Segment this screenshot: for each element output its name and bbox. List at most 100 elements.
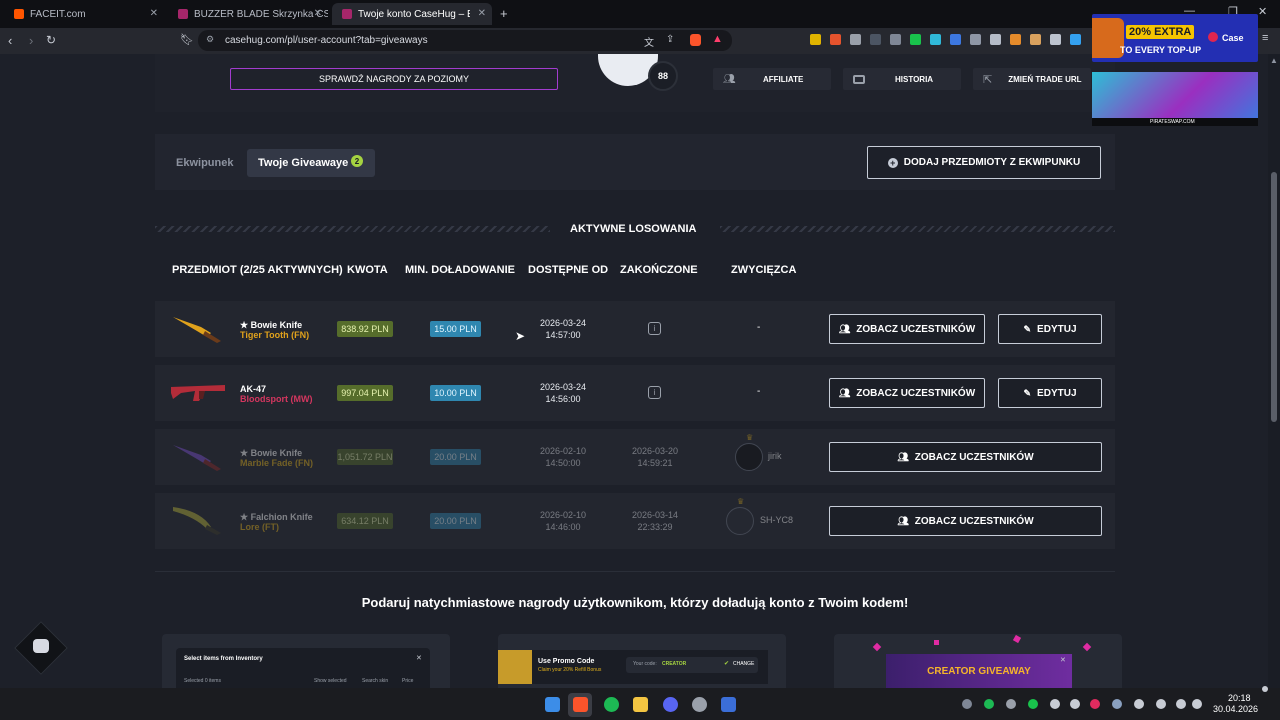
extension-icon[interactable]: [850, 34, 861, 45]
tray-icon[interactable]: [1050, 699, 1060, 709]
available-from: 2026-03-24 14:57:00: [523, 317, 603, 341]
levels-rewards-button[interactable]: SPRAWDŹ NAGRODY ZA POZIOMY: [230, 68, 558, 90]
bookmark-icon[interactable]: 🔖︎: [180, 33, 194, 46]
tray-icon[interactable]: [984, 699, 994, 709]
from-date: 2026-02-10: [539, 510, 587, 520]
close-window-icon[interactable]: ✕: [1258, 5, 1267, 18]
promo-change-label: CHANGE: [733, 661, 755, 667]
tray-icon[interactable]: [1006, 699, 1016, 709]
extension-icon[interactable]: [1010, 34, 1021, 45]
close-tab-icon[interactable]: ✕: [478, 8, 486, 19]
windows-start-icon[interactable]: [545, 697, 560, 712]
affiliate-button[interactable]: 👥︎ AFFILIATE: [713, 68, 831, 90]
ad-video[interactable]: PIRATESWAP.COM: [1092, 72, 1258, 126]
back-icon[interactable]: ‹: [8, 33, 12, 48]
edit-button[interactable]: ✎ EDYTUJ: [998, 314, 1102, 344]
brave-browser-icon[interactable]: [573, 697, 588, 712]
extension-icon[interactable]: [830, 34, 841, 45]
add-items-from-inventory-button[interactable]: + DODAJ PRZEDMIOTY Z EKWIPUNKU: [867, 146, 1101, 179]
section-title: AKTYWNE LOSOWANIA: [570, 223, 697, 235]
extension-icon[interactable]: [950, 34, 961, 45]
forward-icon[interactable]: ›: [29, 33, 33, 48]
tab-giveaways[interactable]: Twoje Giveawaye 2: [247, 149, 375, 177]
tray-icon[interactable]: [962, 699, 972, 709]
tray-icon[interactable]: [1112, 699, 1122, 709]
scrollbar-thumb[interactable]: [1271, 172, 1277, 422]
brave-rewards-icon[interactable]: ▲: [712, 33, 723, 45]
tab-buzzer-blade[interactable]: BUZZER BLADE Skrzynka CS2 (CS:GO ✕: [168, 3, 328, 25]
network-icon[interactable]: [1176, 699, 1186, 709]
view-participants-button[interactable]: 👥︎ ZOBACZ UCZESTNIKÓW: [829, 442, 1102, 472]
tray-icon[interactable]: [1134, 699, 1144, 709]
view-participants-label: ZOBACZ UCZESTNIKÓW: [856, 387, 976, 399]
url-text[interactable]: casehug.com/pl/user-account?tab=giveaway…: [225, 35, 428, 46]
extension-icon[interactable]: [1070, 34, 1081, 45]
tray-icon[interactable]: [1028, 699, 1038, 709]
app-icon[interactable]: [692, 697, 707, 712]
header-min-topup: MIN. DOŁADOWANIE: [405, 264, 515, 276]
tab-casehug-account[interactable]: Twoje konto CaseHug – Ekwipun ✕: [332, 3, 492, 25]
extension-icon[interactable]: [1030, 34, 1041, 45]
file-explorer-icon[interactable]: [633, 697, 648, 712]
ad-banner[interactable]: 20% EXTRA TO EVERY TOP-UP Case: [1092, 14, 1258, 62]
extension-icon[interactable]: [970, 34, 981, 45]
from-time: 14:46:00: [545, 522, 581, 532]
promo-card-creator-giveaway: CREATOR GIVEAWAY ✕: [834, 634, 1122, 688]
promo-card-inner: Select items from Inventory ✕ Selected 0…: [176, 648, 430, 688]
winner-avatar: [726, 507, 754, 535]
view-participants-label: ZOBACZ UCZESTNIKÓW: [914, 451, 1034, 463]
edit-button[interactable]: ✎ EDYTUJ: [998, 378, 1102, 408]
extension-icon[interactable]: [930, 34, 941, 45]
notification-icon[interactable]: [1262, 686, 1268, 692]
users-icon: 👥︎: [897, 515, 909, 526]
level-badge: 88: [648, 61, 678, 91]
tab-faceit[interactable]: FACEIT.com ✕: [4, 3, 164, 25]
history-button[interactable]: HISTORIA: [843, 68, 961, 90]
clock-date[interactable]: 30.04.2026: [1213, 704, 1258, 714]
close-tab-icon[interactable]: ✕: [314, 8, 322, 19]
discord-icon[interactable]: [663, 697, 678, 712]
view-participants-button[interactable]: 👥︎ ZOBACZ UCZESTNIKÓW: [829, 378, 985, 408]
address-bar[interactable]: ⚙︎ casehug.com/pl/user-account?tab=givea…: [198, 30, 732, 51]
item-skin: Lore (FT): [240, 522, 279, 532]
site-info-icon[interactable]: ⚙︎: [206, 34, 214, 45]
extension-icon[interactable]: [990, 34, 1001, 45]
header-winner: ZWYCIĘZCA: [731, 264, 797, 276]
translate-icon[interactable]: 文: [644, 34, 654, 49]
extension-icon[interactable]: [810, 34, 821, 45]
extension-icon[interactable]: [910, 34, 921, 45]
share-icon[interactable]: ⇪: [666, 34, 674, 45]
ad-brand: Case: [1222, 33, 1244, 43]
view-participants-button[interactable]: 👥︎ ZOBACZ UCZESTNIKÓW: [829, 314, 985, 344]
winner-name: jirik: [768, 451, 782, 461]
brave-shields-icon[interactable]: [690, 34, 701, 46]
info-icon[interactable]: i: [648, 386, 661, 399]
spotify-icon[interactable]: [604, 697, 619, 712]
clock-time[interactable]: 20:18: [1228, 693, 1251, 703]
from-time: 14:56:00: [545, 394, 581, 404]
chat-icon: [33, 639, 49, 653]
new-tab-icon[interactable]: +: [500, 6, 508, 21]
app-icon[interactable]: [721, 697, 736, 712]
view-participants-button[interactable]: 👥︎ ZOBACZ UCZESTNIKÓW: [829, 506, 1102, 536]
change-trade-url-button[interactable]: ⇱ ZMIEŃ TRADE URL: [973, 68, 1091, 90]
tray-icon[interactable]: [1090, 699, 1100, 709]
extension-icon[interactable]: [890, 34, 901, 45]
microphone-icon[interactable]: [1156, 699, 1166, 709]
extension-icon[interactable]: [870, 34, 881, 45]
close-tab-icon[interactable]: ✕: [150, 8, 158, 19]
promo-card-text: Price: [402, 678, 414, 684]
browser-menu-icon[interactable]: ≡: [1262, 32, 1268, 44]
min-topup-tag: 15.00 PLN: [430, 321, 481, 337]
extension-icon[interactable]: [1050, 34, 1061, 45]
external-link-icon: ⇱: [983, 73, 993, 86]
info-icon[interactable]: i: [648, 322, 661, 335]
tab-inventory[interactable]: Ekwipunek: [176, 157, 233, 169]
reload-icon[interactable]: ↻: [46, 33, 56, 47]
amount-tag: 634.12 PLN: [337, 513, 393, 529]
available-from: 2026-03-24 14:56:00: [523, 381, 603, 405]
volume-icon[interactable]: [1192, 699, 1202, 709]
scroll-up-icon[interactable]: ▲: [1270, 56, 1278, 65]
tray-icon[interactable]: [1070, 699, 1080, 709]
from-time: 14:57:00: [545, 330, 581, 340]
